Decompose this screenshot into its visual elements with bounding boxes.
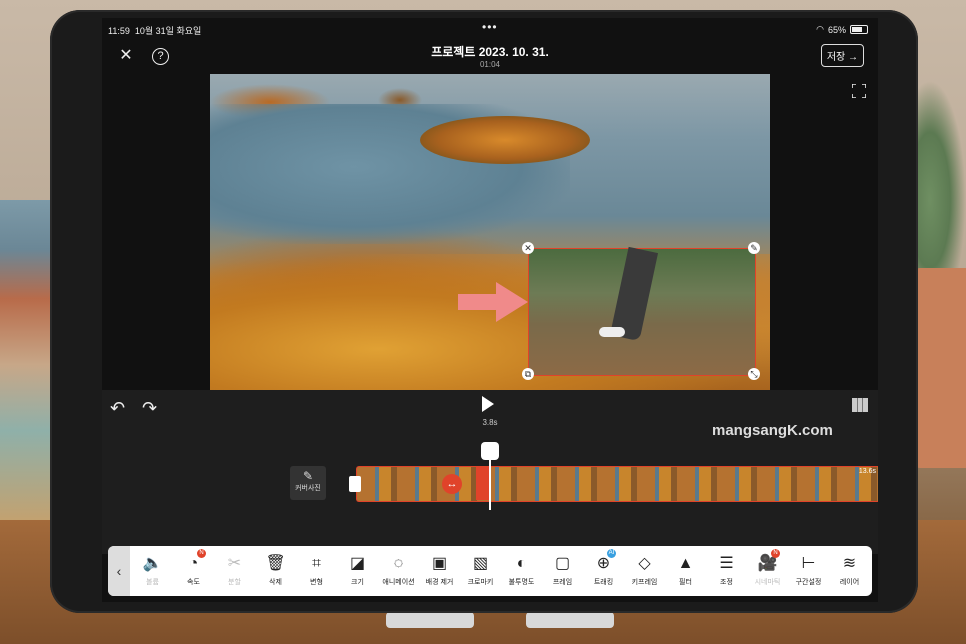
clip-split-marker[interactable] [476, 466, 490, 500]
save-button[interactable]: 저장 → [820, 44, 864, 67]
tool-label: 키프레임 [631, 579, 658, 586]
status-bar: 11:59 10월 31일 화요일 ••• ◠ 65% [102, 18, 878, 40]
adjust-icon: ☰ [719, 555, 734, 572]
tool-label: 조정 [720, 579, 733, 586]
tool-label: 크기 [351, 579, 364, 586]
keyframe-icon: ◇ [638, 555, 651, 572]
tool-label: 볼륨 [146, 579, 159, 586]
overlay-edit-icon[interactable]: ✎ [748, 242, 760, 254]
island-scene [420, 116, 590, 164]
bg-remove-icon: ▣ [431, 555, 448, 572]
layer-icon: ≋ [842, 555, 857, 572]
redo-icon[interactable]: ↷ [142, 398, 157, 419]
volume-icon: 🔈 [142, 555, 163, 572]
project-duration: 01:04 [479, 60, 501, 69]
tool-resize[interactable]: ◪ 크기 [337, 546, 378, 596]
grid-view-icon[interactable] [852, 398, 868, 412]
app-screen: 11:59 10월 31일 화요일 ••• ◠ 65% ✕ ? 프로젝트 202… [102, 18, 878, 602]
pencil-icon: ✎ [302, 469, 314, 483]
pip-shoe [599, 327, 625, 337]
tool-chromakey[interactable]: ▧ 크로마키 [460, 546, 501, 596]
status-time-date: 11:59 10월 31일 화요일 [108, 26, 202, 36]
battery-icon [850, 25, 868, 34]
tablet-stand-left [386, 612, 474, 628]
tool-keyframe[interactable]: ◇ 키프레임 [624, 546, 665, 596]
watermark-text: mangsangK.com [712, 422, 833, 439]
overlay-duplicate-icon[interactable]: ⧉ [522, 368, 534, 380]
tool-animation[interactable]: ◌ 애니메이션 [378, 546, 419, 596]
transition-icon[interactable]: ↔ [442, 474, 462, 494]
arrow-right-icon [458, 282, 528, 322]
animation-icon: ◌ [393, 555, 404, 572]
status-right: ◠ 65% [816, 24, 868, 35]
tool-label: 변형 [310, 579, 323, 586]
tool-label: 배경 제거 [425, 579, 454, 586]
background-pot [914, 268, 966, 468]
crop-icon: ⌗ [311, 555, 321, 572]
tool-cinematic[interactable]: 🎥 시네마틱 N [747, 546, 788, 596]
toolbar-tools: 🔈 볼륨 ◔ 속도 N ✂ 분할 🗑 삭제 ⌗ 변형 ◪ 크기 ◌ 애니메이션 ▣ 배경 제거 ▧ 크로마키 ◐ 불투명… [132, 546, 870, 596]
main-video-preview[interactable]: ✕ ✎ ⧉ ⤡ [210, 74, 770, 390]
tool-label: 삭제 [269, 579, 282, 586]
tool-label: 레이어 [839, 579, 860, 586]
new-badge: N [771, 549, 780, 558]
chromakey-icon: ▧ [472, 555, 489, 572]
tool-filter[interactable]: ▲ 필터 [665, 546, 706, 596]
timeline-panel: ↶ ↷ 3.8s mangsangK.com ✎ 커버사진 ↔ 13.6s [102, 390, 878, 554]
tool-label: 분할 [228, 579, 241, 586]
pip-overlay-video[interactable] [528, 246, 756, 376]
toolbar-back-icon[interactable]: ‹ [108, 546, 130, 596]
tool-speed[interactable]: ◔ 속도 N [173, 546, 214, 596]
tool-label: 크로마키 [467, 579, 494, 586]
video-track[interactable] [356, 466, 878, 502]
track-duration: 13.6s [858, 468, 876, 475]
tool-trash[interactable]: 🗑 삭제 [255, 546, 296, 596]
tool-label: 프레임 [552, 579, 573, 586]
tool-label: 속도 [187, 579, 200, 586]
opacity-icon: ◐ [516, 555, 527, 572]
tool-tracking[interactable]: ⊕ 트래킹 AI [583, 546, 624, 596]
overlay-close-icon[interactable]: ✕ [522, 242, 534, 254]
tablet-stand-right [526, 612, 614, 628]
tool-label: 애니메이션 [382, 579, 415, 586]
project-title: 프로젝트 2023. 10. 31. [431, 45, 549, 59]
trash-icon: 🗑 [265, 555, 286, 572]
tool-label: 시네마틱 [754, 579, 781, 586]
tool-frame[interactable]: ▢ 프레임 [542, 546, 583, 596]
playhead-line [489, 450, 491, 510]
new-badge: N [197, 549, 206, 558]
scissors-icon: ✂ [227, 555, 242, 572]
undo-icon[interactable]: ↶ [110, 398, 125, 419]
tool-label: 구간설정 [795, 579, 822, 586]
wifi-icon: ◠ [816, 24, 824, 34]
editor-header: ✕ ? 프로젝트 2023. 10. 31. 01:04 저장 → [102, 40, 878, 74]
tool-volume[interactable]: 🔈 볼륨 [132, 546, 173, 596]
trim-handle-left[interactable] [349, 476, 361, 492]
tool-layer[interactable]: ≋ 레이어 [829, 546, 870, 596]
range-icon: ⊢ [801, 555, 816, 572]
cover-photo-button[interactable]: ✎ 커버사진 [290, 466, 326, 500]
tool-label: 트래킹 [593, 579, 614, 586]
tool-scissors[interactable]: ✂ 분할 [214, 546, 255, 596]
filter-icon: ▲ [677, 555, 694, 572]
tool-label: 불투명도 [508, 579, 535, 586]
cover-photo-label: 커버사진 [295, 485, 321, 492]
video-preview-area: ✕ ✎ ⧉ ⤡ [102, 74, 878, 390]
frame-icon: ▢ [554, 555, 571, 572]
tool-opacity[interactable]: ◐ 불투명도 [501, 546, 542, 596]
fullscreen-icon[interactable] [852, 84, 866, 98]
edit-toolbar: ‹ 🔈 볼륨 ◔ 속도 N ✂ 분할 🗑 삭제 ⌗ 변형 ◪ 크기 ◌ 애니메이션 ▣ 배경 제거 ▧ 크로마키 ◐ 불… [108, 546, 872, 596]
overlay-resize-icon[interactable]: ⤡ [748, 368, 760, 380]
resize-icon: ◪ [349, 555, 366, 572]
tool-adjust[interactable]: ☰ 조정 [706, 546, 747, 596]
multitask-dots-icon[interactable]: ••• [482, 20, 498, 34]
new-badge: AI [607, 549, 616, 558]
tool-bg-remove[interactable]: ▣ 배경 제거 [419, 546, 460, 596]
tool-label: 필터 [679, 579, 692, 586]
battery-percent: 65% [827, 24, 846, 35]
tool-range[interactable]: ⊢ 구간설정 [788, 546, 829, 596]
tool-crop[interactable]: ⌗ 변형 [296, 546, 337, 596]
play-icon[interactable] [482, 396, 494, 412]
